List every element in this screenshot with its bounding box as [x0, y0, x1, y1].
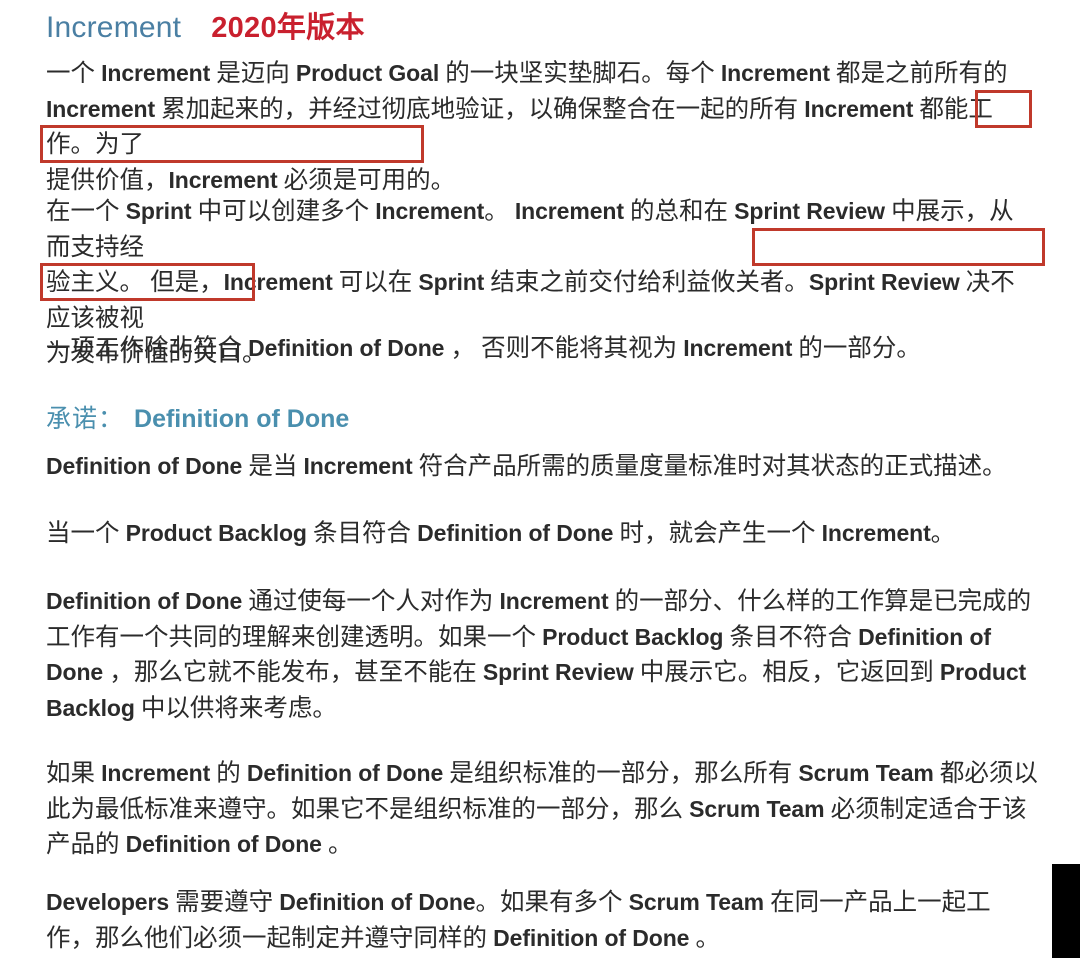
- paragraph-line: 验主义。 但是，Increment 可以在 Sprint 结束之前交付给利益攸关…: [46, 269, 1015, 332]
- page-edge-black-block: [1052, 864, 1080, 958]
- paragraph-line: 一个 Increment 是迈向 Product Goal 的一块坚实垫脚石。每…: [46, 60, 1008, 87]
- heading-commitment-definition-of-done: 承诺： Definition of Done: [46, 399, 349, 435]
- heading-label-cn: 承诺：: [46, 405, 125, 433]
- document-page: Increment 2020年版本 一个 Increment 是迈向 Produ…: [0, 0, 1080, 958]
- paragraph-dod-transparency: Definition of Done 通过使每一个人对作为 Increment …: [46, 588, 1032, 722]
- paragraph-line: 在一个 Sprint 中可以创建多个 Increment。 Increment …: [46, 198, 1014, 261]
- version-badge: 2020年版本: [211, 12, 365, 44]
- paragraph-work-not-increment: 一项工作除非符合 Definition of Done ， 否则不能将其视为 I…: [46, 335, 921, 362]
- paragraph-org-standard-dod: 如果 Increment 的 Definition of Done 是组织标准的…: [46, 760, 1038, 858]
- page-title: Increment: [46, 11, 182, 44]
- document-title-row: Increment 2020年版本: [46, 4, 365, 46]
- paragraph-developers-dod: Developers 需要遵守 Definition of Done。如果有多个…: [46, 889, 991, 952]
- paragraph-line: Increment 累加起来的，并经过彻底地验证，以确保整合在一起的所有 Inc…: [46, 95, 993, 159]
- paragraph-backlog-item-increment: 当一个 Product Backlog 条目符合 Definition of D…: [46, 520, 956, 547]
- paragraph-line: 提供价值，Increment 必须是可用的。: [46, 166, 456, 194]
- heading-label-en: Definition of Done: [134, 405, 350, 433]
- paragraph-increment-definition: 一个 Increment 是迈向 Product Goal 的一块坚实垫脚石。每…: [46, 56, 1038, 198]
- paragraph-dod-formal-description: Definition of Done 是当 Increment 符合产品所需的质…: [46, 453, 1007, 480]
